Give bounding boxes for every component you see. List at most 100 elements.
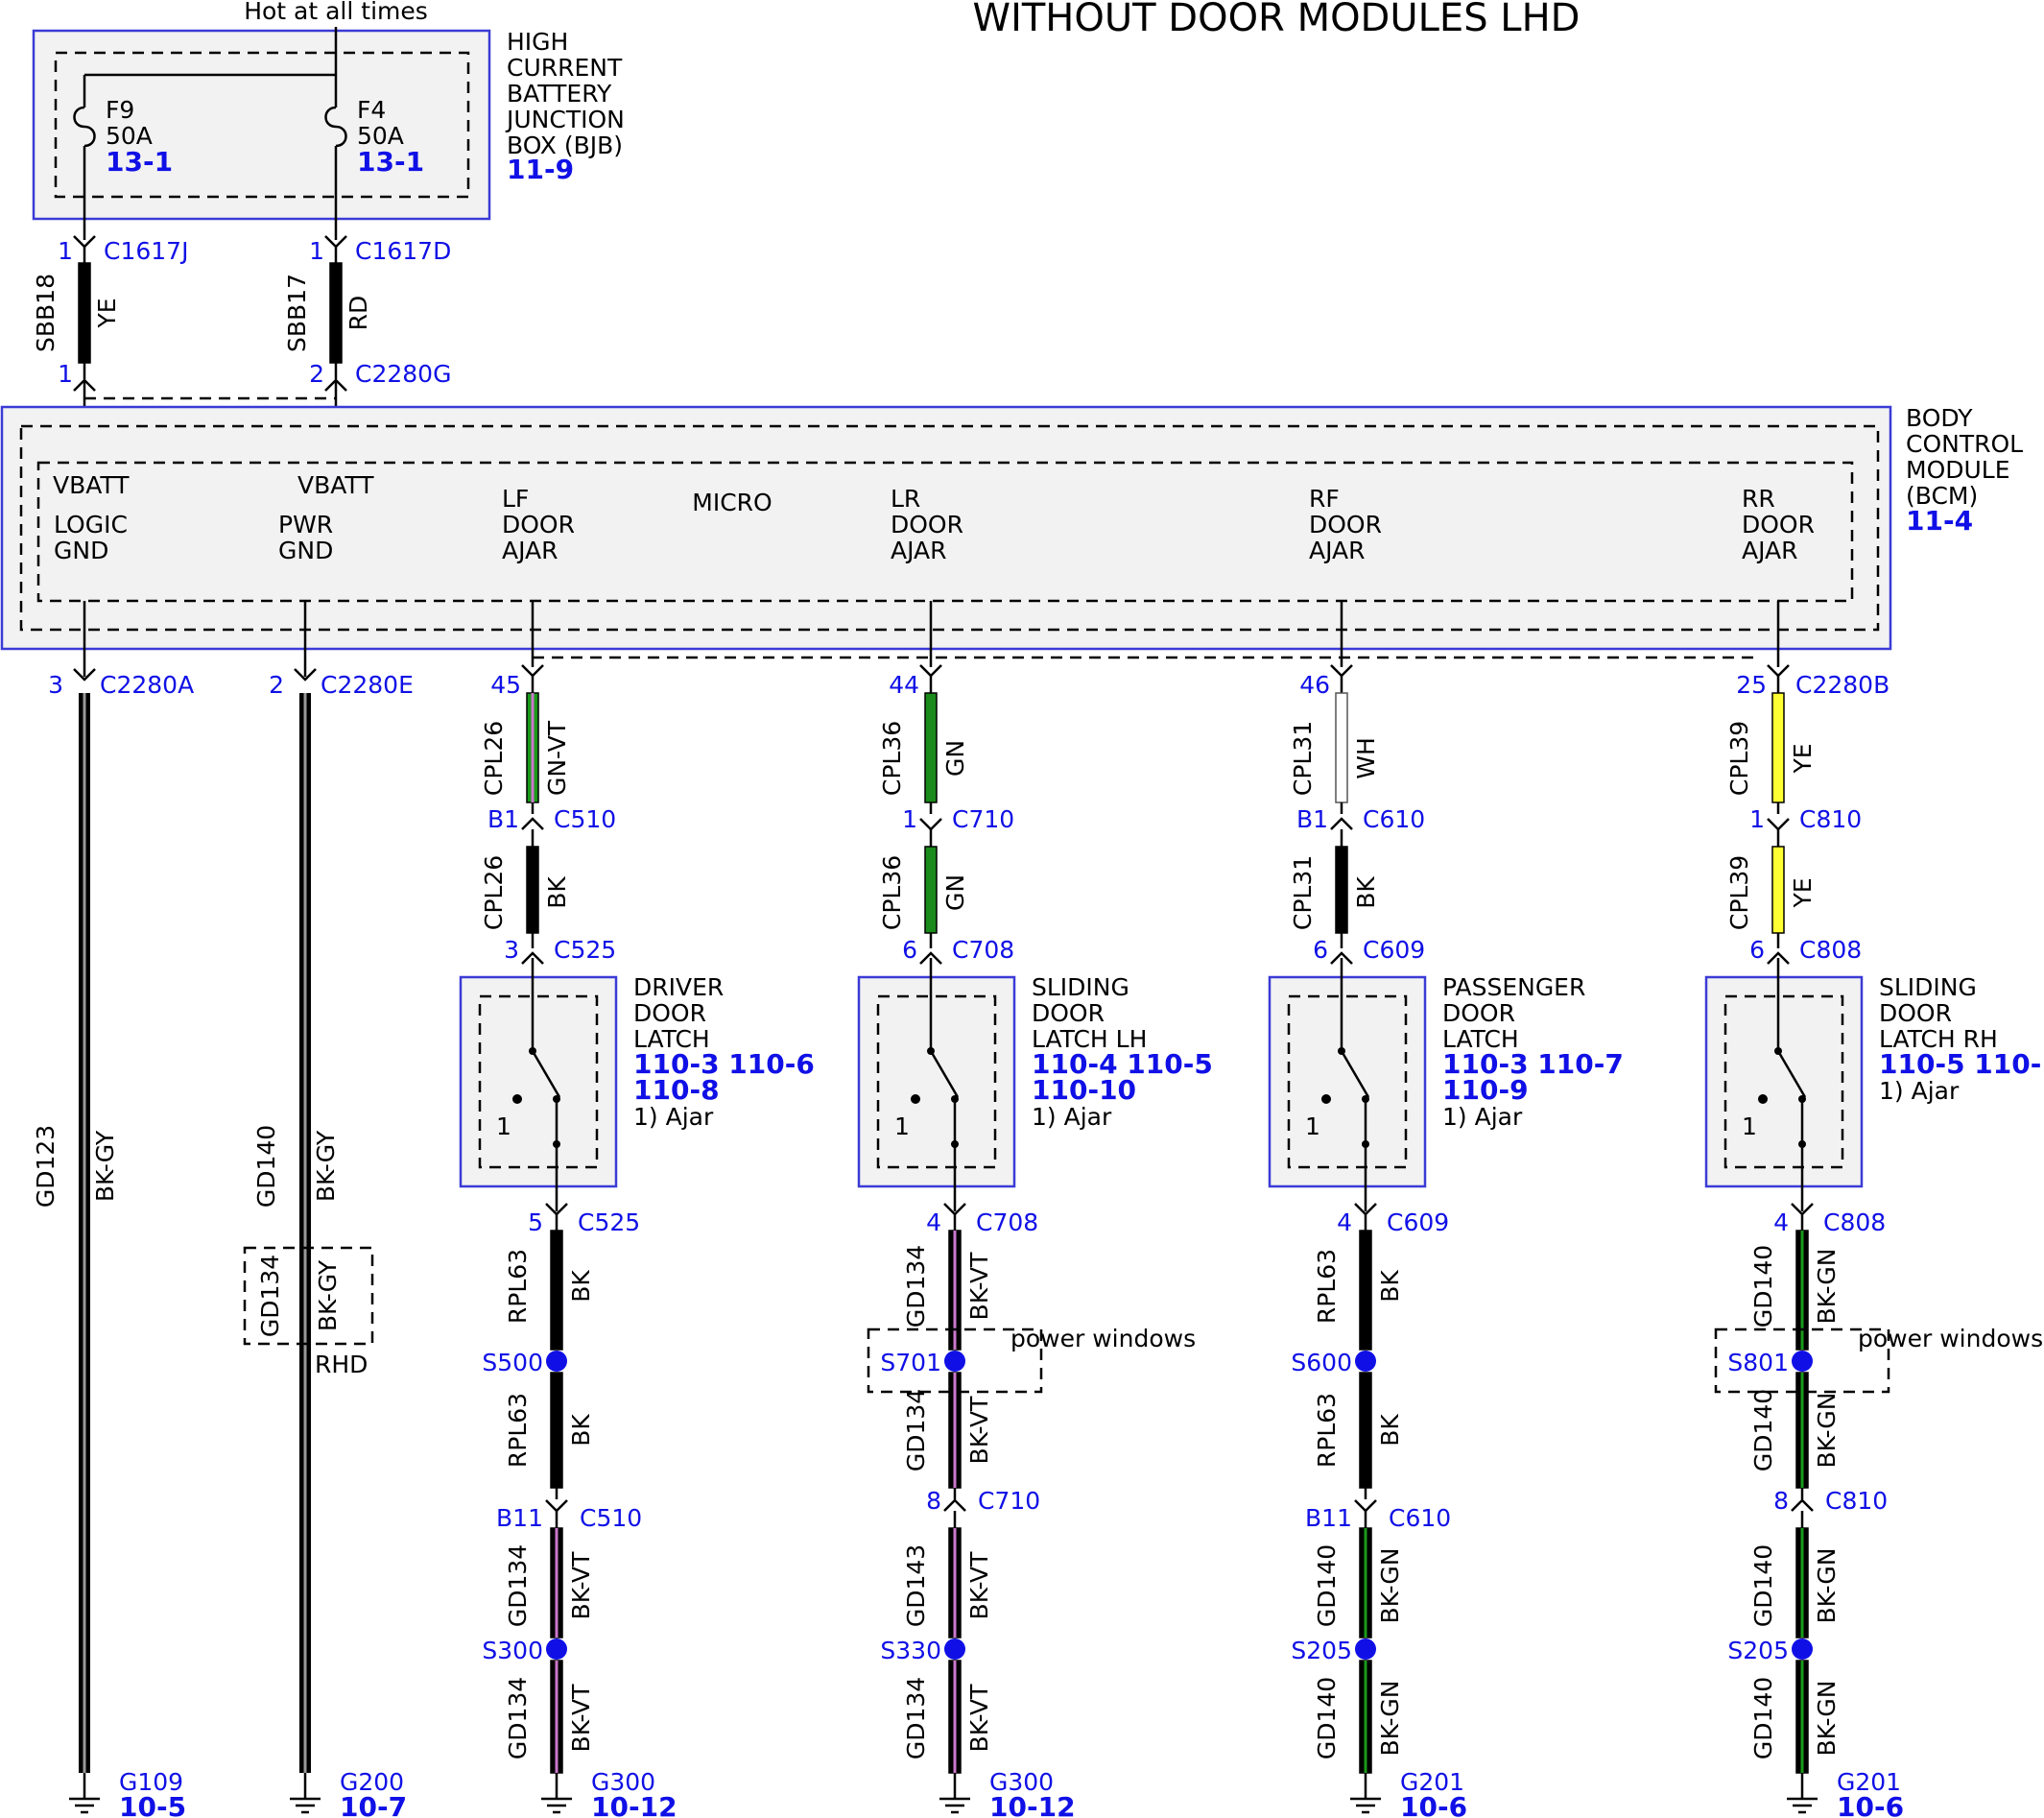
splice-id: S205	[1727, 1637, 1789, 1664]
switch-number: 1	[1742, 1112, 1757, 1140]
pin-number: 6	[1313, 936, 1328, 964]
wire-color: YE	[1789, 743, 1817, 774]
latch-name-line: PASSENGER	[1442, 973, 1585, 1001]
circuit-id: GD134	[902, 1677, 930, 1759]
ground-ref-link: 10-12	[989, 1791, 1076, 1818]
connector-id: C708	[952, 936, 1014, 964]
wire-segment-stripe	[953, 1528, 957, 1638]
bjb-name-line: BATTERY	[507, 80, 612, 108]
wire-segment	[1359, 1230, 1372, 1351]
splice-id: S330	[880, 1637, 941, 1664]
pin-number: 5	[528, 1208, 543, 1236]
latch-name-line: SLIDING	[1032, 973, 1129, 1001]
connector-id: C808	[1823, 1208, 1886, 1236]
circuit-id: CPL39	[1725, 721, 1753, 796]
pin-number: 8	[1773, 1487, 1789, 1515]
splice-icon	[1792, 1639, 1813, 1660]
circuit-id: RPL63	[504, 1249, 532, 1324]
connector-id: C710	[952, 805, 1014, 833]
terminal-label: LOGIC	[54, 511, 128, 538]
wire-segment-stripe	[531, 693, 535, 802]
pin-number: 2	[309, 360, 324, 388]
wire-color: BK-GN	[1376, 1548, 1404, 1624]
splice-icon	[1355, 1639, 1376, 1660]
bjb-ref-link: 11-9	[507, 154, 574, 185]
pin-number: 4	[926, 1208, 941, 1236]
wire-segment	[550, 1372, 563, 1489]
connector-id: C610	[1389, 1504, 1451, 1532]
splice-icon	[944, 1639, 965, 1660]
circuit-id: GD140	[252, 1125, 280, 1208]
vbatt-label: VBATT	[297, 471, 374, 499]
switch-note: 1) Ajar	[1032, 1103, 1112, 1131]
wire-color: BK-VT	[965, 1551, 993, 1620]
wire-segment	[78, 262, 91, 364]
pin-number: 4	[1773, 1208, 1789, 1236]
fuse-id: F9	[106, 96, 134, 124]
vbatt-label: VBATT	[53, 471, 130, 499]
pin-number: 3	[504, 936, 519, 964]
pin-number: 25	[1736, 671, 1767, 699]
splice-id: S500	[482, 1349, 543, 1376]
terminal-label: DOOR	[891, 511, 963, 538]
wire-color: BK-VT	[567, 1684, 595, 1753]
terminal-label: DOOR	[502, 511, 575, 538]
option-note: power windows	[1858, 1325, 2043, 1352]
wire-segment	[526, 846, 539, 934]
terminal-label: RF	[1309, 485, 1340, 513]
circuit-id: GD134	[902, 1245, 930, 1328]
circuit-id: GD134	[504, 1544, 532, 1627]
bjb-box	[32, 29, 491, 221]
terminal-label: LR	[891, 485, 920, 513]
fuse-ref-link: 13-1	[357, 146, 424, 178]
option-note: RHD	[315, 1351, 368, 1378]
circuit-id: GD123	[32, 1125, 59, 1208]
splice-id: S701	[880, 1349, 941, 1376]
circuit-id: GD140	[1749, 1389, 1777, 1471]
connector-id: C708	[976, 1208, 1038, 1236]
pin-number: 6	[902, 936, 917, 964]
connector-id: C2280E	[321, 671, 414, 699]
wire-color: BK-GY	[312, 1130, 340, 1202]
circuit-id: CPL31	[1289, 721, 1317, 796]
wire-segment-stripe	[83, 693, 86, 1773]
ground-ref-link: 10-6	[1837, 1791, 1904, 1818]
connector-chevron-icon	[1767, 818, 1790, 831]
terminal-label: PWR	[278, 511, 333, 538]
terminal-label: AJAR	[502, 537, 559, 564]
pin-number: 1	[1749, 805, 1765, 833]
wire-color: YE	[1789, 877, 1817, 908]
splice-icon	[944, 1351, 965, 1372]
wire-segment-stripe	[1800, 1661, 1804, 1773]
wire-segment-stripe	[1364, 1661, 1367, 1773]
terminal-label: AJAR	[1742, 537, 1798, 564]
pin-number: B1	[487, 805, 519, 833]
fuse-ref-link: 13-1	[106, 146, 173, 178]
wire-color: BK	[1352, 876, 1380, 909]
splice-id: S300	[482, 1637, 543, 1664]
connector-chevron-icon	[919, 818, 942, 831]
latch-box	[459, 975, 618, 1188]
pin-number: 8	[926, 1487, 941, 1515]
wire-color: BK-VT	[567, 1551, 595, 1620]
wire-segment	[550, 1230, 563, 1351]
wire-color: BK	[543, 876, 571, 909]
ground-ref-link: 10-7	[340, 1791, 407, 1818]
circuit-id: CPL39	[1725, 855, 1753, 930]
switch-contact	[1321, 1094, 1331, 1104]
terminal-label: LF	[502, 485, 529, 513]
pin-number: B11	[496, 1504, 543, 1532]
pin-number: 46	[1299, 671, 1330, 699]
latch-name-line: DOOR	[1032, 999, 1105, 1027]
wire-color: BK-VT	[965, 1396, 993, 1465]
connector-id: C609	[1387, 1208, 1449, 1236]
circuit-id: RPL63	[1313, 1393, 1341, 1468]
wire-segment-stripe	[953, 1373, 957, 1488]
connector-id: C1617J	[104, 237, 188, 265]
wire-segment-stripe	[1800, 1373, 1804, 1488]
splice-icon	[1792, 1351, 1813, 1372]
switch-number: 1	[894, 1112, 910, 1140]
pin-number: 3	[48, 671, 63, 699]
ground-ref-link: 10-6	[1400, 1791, 1467, 1818]
terminal-label: RR	[1742, 485, 1775, 513]
